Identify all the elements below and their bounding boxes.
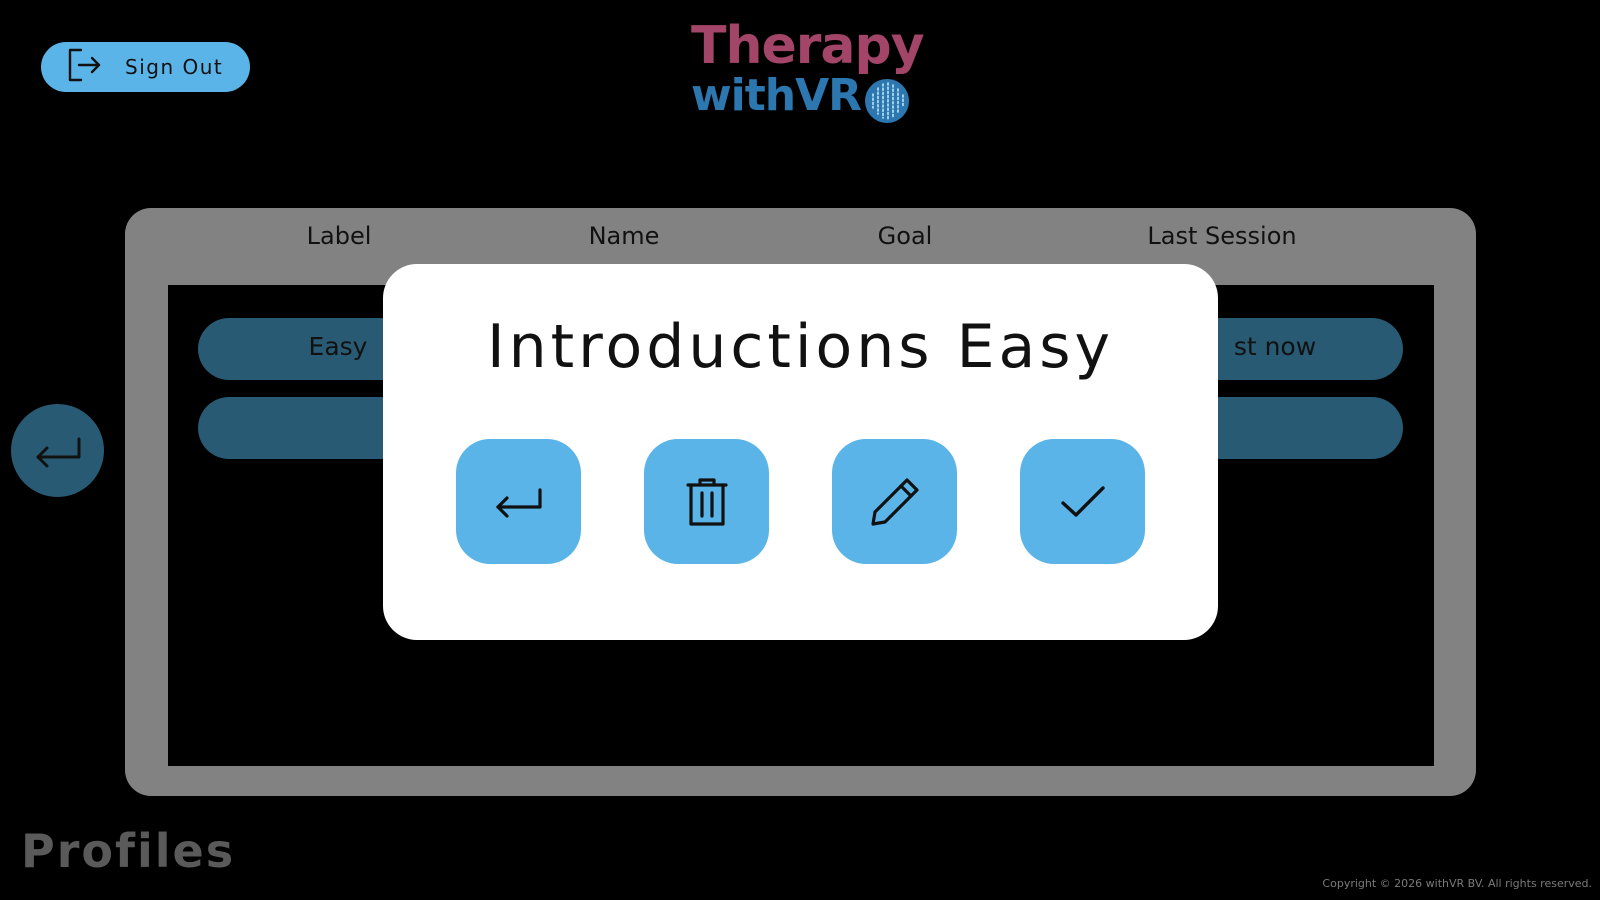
logo-mark-icon	[865, 79, 909, 123]
column-header-label[interactable]: Label	[307, 222, 372, 250]
modal-confirm-button[interactable]	[1020, 439, 1145, 564]
page-title: Profiles	[21, 824, 236, 878]
logo-line-1: Therapy	[691, 16, 925, 76]
row-last-session-cell: st now	[1233, 332, 1317, 361]
return-arrow-icon	[495, 487, 542, 518]
column-header-last-session[interactable]: Last Session	[1147, 222, 1296, 250]
therapy-with-vr-logo: Therapy withVR	[688, 16, 928, 128]
modal-edit-button[interactable]	[832, 439, 957, 564]
modal-actions	[456, 439, 1145, 564]
column-header-name[interactable]: Name	[589, 222, 660, 250]
table-header: Label Name Goal Last Session	[125, 222, 1476, 262]
checkmark-icon	[1060, 485, 1105, 517]
column-header-goal[interactable]: Goal	[878, 222, 933, 250]
return-arrow-icon	[36, 437, 80, 467]
sign-out-icon	[67, 47, 103, 87]
sign-out-label: Sign Out	[125, 55, 224, 79]
copyright-notice: Copyright © 2026 withVR BV. All rights r…	[1322, 877, 1592, 890]
modal-back-button[interactable]	[456, 439, 581, 564]
logo-line-2: withVR	[691, 70, 862, 121]
pencil-icon	[870, 477, 919, 526]
trash-icon	[685, 477, 728, 526]
modal-title: Introductions Easy	[486, 312, 1115, 382]
modal-delete-button[interactable]	[644, 439, 769, 564]
row-label-cell: Easy	[308, 332, 368, 361]
session-modal: Introductions Easy	[383, 264, 1218, 640]
back-button[interactable]	[11, 404, 104, 497]
sign-out-button[interactable]: Sign Out	[41, 42, 250, 92]
